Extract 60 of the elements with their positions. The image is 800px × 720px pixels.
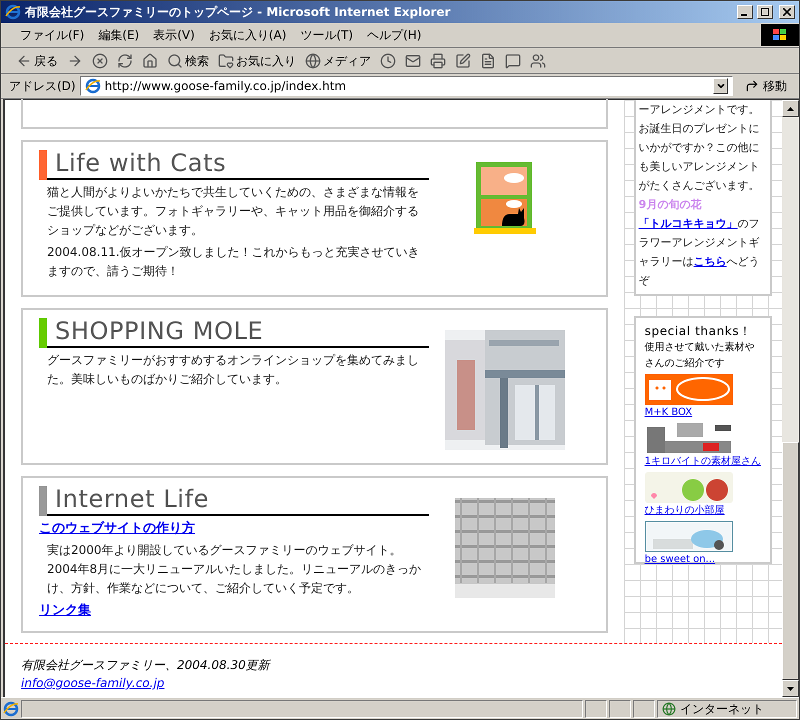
window-title: 有限会社グースファミリーのトップページ - Microsoft Internet Explorer [25, 4, 452, 21]
scroll-thumb[interactable] [782, 442, 799, 680]
scroll-up-button[interactable] [782, 100, 799, 117]
go-button[interactable]: 移動 [737, 77, 795, 95]
close-button[interactable] [779, 5, 795, 19]
address-field[interactable]: http://www.goose-family.co.jp/index.htm [80, 76, 733, 96]
section-title: Internet Life [47, 484, 429, 516]
folder-icon [218, 52, 234, 68]
thanks-title: special thanks！ [644, 323, 753, 340]
up-arrow-icon [787, 106, 794, 110]
toolbar-button[interactable]: 戻る [13, 50, 61, 72]
cat-window-icon [474, 162, 536, 236]
link[interactable]: リンク集 [39, 601, 91, 620]
section-text: グースファミリーがおすすめするオンラインショップを集めてみました。美味しいものばかりご紹介しています。 [46, 352, 420, 388]
thanks-text: 使用させて戴いた素材やさんのご紹介です [644, 340, 756, 371]
down-arrow-icon [787, 686, 794, 690]
maximize-button[interactable] [757, 5, 773, 19]
globe-icon [662, 702, 676, 716]
link[interactable]: このウェブサイトの作り方 [39, 519, 195, 538]
menu-item[interactable]: ヘルプ(H) [360, 26, 428, 44]
link[interactable]: ひまわりの小部屋 [644, 503, 725, 519]
link[interactable]: こちら [694, 255, 727, 268]
menu-item[interactable]: ファイル(F) [13, 26, 92, 44]
dropdown-button[interactable] [713, 78, 728, 94]
menu-item[interactable]: 表示(V) [146, 26, 202, 44]
menu-item[interactable]: お気に入り(A) [202, 26, 294, 44]
zone-text: インターネット [680, 700, 764, 718]
windows-logo [761, 24, 799, 46]
toolbar-button[interactable]: 検索 [164, 50, 212, 72]
link[interactable]: M+K BOX [644, 405, 692, 421]
menu-item[interactable]: 編集(E) [91, 26, 146, 44]
link[interactable]: 1キロバイトの素材屋さん [644, 454, 761, 470]
section-text: 猫と人間がよりよいかたちで共生していくための、さまざまな情報をご提供しています。フォトギャラリーや、キャット用品を御紹介するショップなどがございます。 [46, 184, 420, 239]
section-title: Life with Cats [47, 148, 429, 180]
toolbar-button[interactable]: メディア [302, 50, 374, 72]
footer-text: 有限会社グースファミリー、2004.08.30更新 [21, 657, 270, 674]
scroll-down-button[interactable] [782, 680, 799, 697]
globe-icon [305, 52, 321, 68]
back-icon [16, 52, 32, 68]
browser-icon [5, 4, 21, 20]
search-icon [167, 52, 183, 68]
address-label: アドレス(D) [9, 78, 76, 95]
link[interactable]: 「トルコキキョウ」 [638, 217, 738, 230]
menu-item[interactable]: ツール(T) [293, 26, 360, 44]
link[interactable]: be sweet on... [644, 552, 716, 568]
section-text: 実は2000年より開設しているグースファミリーのウェブサイト。2004年8月に一大リニューアルいたしました。リニューアルのきっかけ、方針、作業などについて、ご紹介していく予定です。 [46, 542, 422, 597]
news-text: ーアレンジメントです。お誕生日のプレゼントにいかがですか？この他にも美しいアレンジメントがたくさんございます。 9月の旬の花 「トルコキキョウ」のフラワーアレンジメントギャラリーはこちらへどうぞ [638, 102, 761, 289]
status-panel [633, 700, 655, 718]
status-panel [585, 700, 607, 718]
toolbar-button[interactable]: お気に入り [215, 50, 299, 72]
email-link[interactable]: info@goose-family.co.jp [21, 674, 164, 692]
scrollbar[interactable] [782, 100, 799, 697]
section-text: 2004.08.11.仮オープン致しました！これからもっと充実させていきますので、請うご期待！ [46, 244, 421, 280]
maximize-icon [761, 8, 769, 16]
close-icon [783, 8, 791, 16]
status-panel [609, 700, 631, 718]
minimize-button[interactable] [737, 5, 753, 19]
section-title: SHOPPING MOLE [47, 316, 429, 348]
go-arrow-icon [745, 79, 759, 93]
caret-icon [716, 81, 726, 91]
